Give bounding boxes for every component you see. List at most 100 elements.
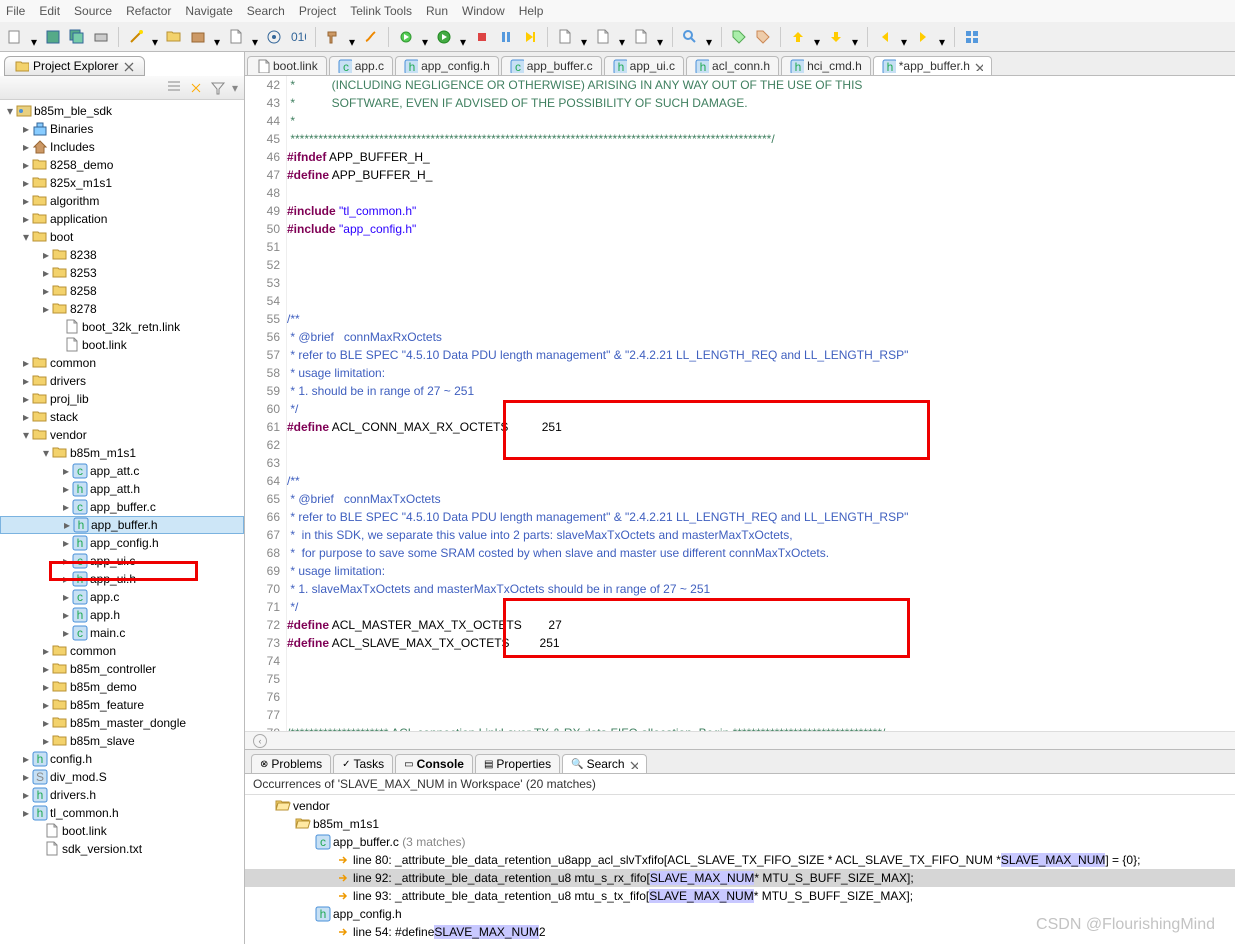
tree-item[interactable]: ▸app_buffer.h [0,516,244,534]
tree-item[interactable]: ▸app_config.h [0,534,244,552]
tree-item[interactable]: ▸Binaries [0,120,244,138]
tree-item[interactable]: ▸8238 [0,246,244,264]
tree-item[interactable]: ▸8258 [0,282,244,300]
search-results[interactable]: vendor b85m_m1s1 app_buffer.c (3 matches… [245,795,1235,944]
bottom-tab-tasks[interactable]: ✓Tasks [333,754,393,773]
bottom-tab-console[interactable]: ▭Console [395,754,473,773]
search-match[interactable]: line 93: _attribute_ble_data_retention_u… [245,887,1235,905]
tree-item[interactable]: ▸8278 [0,300,244,318]
tree-item[interactable]: ▸app_att.h [0,480,244,498]
binary-icon[interactable]: 010 [289,28,307,46]
project-explorer-tab[interactable]: Project Explorer [4,56,145,76]
tree-item[interactable]: ▸b85m_controller [0,660,244,678]
tree-item[interactable]: ▸app_buffer.c [0,498,244,516]
menu-edit[interactable]: Edit [39,4,60,18]
search-match[interactable]: line 92: _attribute_ble_data_retention_u… [245,869,1235,887]
tree-item[interactable]: ▸app.h [0,606,244,624]
project-root[interactable]: ▾ b85m_ble_sdk [0,102,244,120]
tree-item[interactable]: ▸common [0,642,244,660]
tree-item[interactable]: ▸config.h [0,750,244,768]
tree-item[interactable]: ▸drivers.h [0,786,244,804]
run-icon[interactable] [435,28,453,46]
save-icon[interactable] [44,28,62,46]
tree-item[interactable]: boot.link [0,336,244,354]
target-icon[interactable] [265,28,283,46]
code-editor[interactable]: 4243444546474849505152535455565758596061… [245,76,1235,731]
menu-project[interactable]: Project [299,4,336,18]
search-match[interactable]: line 80: _attribute_ble_data_retention_u… [245,851,1235,869]
search-icon[interactable] [681,28,699,46]
back-icon[interactable] [876,28,894,46]
tag-icon[interactable] [730,28,748,46]
skip-icon[interactable] [521,28,539,46]
tree-item[interactable]: ▸8253 [0,264,244,282]
hammer-icon[interactable] [324,28,342,46]
menu-refactor[interactable]: Refactor [126,4,171,18]
box-icon[interactable] [189,28,207,46]
editor-tab[interactable]: app_ui.c [604,56,684,75]
tree-item[interactable]: ▾vendor [0,426,244,444]
editor-tab[interactable]: acl_conn.h [686,56,779,75]
tree-item[interactable]: ▾b85m_m1s1 [0,444,244,462]
tree-item[interactable]: ▸main.c [0,624,244,642]
folder-icon[interactable] [165,28,183,46]
tree-item[interactable]: ▸b85m_feature [0,696,244,714]
tree-item[interactable]: ▸app_att.c [0,462,244,480]
tree-item[interactable]: ▸b85m_demo [0,678,244,696]
tree-item[interactable]: ▸825x_m1s1 [0,174,244,192]
menu-help[interactable]: Help [519,4,544,18]
menu-navigate[interactable]: Navigate [185,4,232,18]
doc-icon[interactable] [227,28,245,46]
new4-icon[interactable] [632,28,650,46]
tree-item[interactable]: ▸stack [0,408,244,426]
tag2-icon[interactable] [754,28,772,46]
tree-item[interactable]: ▸drivers [0,372,244,390]
tree-item[interactable]: ▸b85m_master_dongle [0,714,244,732]
tree-item[interactable]: ▸tl_common.h [0,804,244,822]
fwd-icon[interactable] [914,28,932,46]
tree-item[interactable]: ▸div_mod.S [0,768,244,786]
new3-icon[interactable] [594,28,612,46]
stop-icon[interactable] [473,28,491,46]
bottom-tab-problems[interactable]: ⊗Problems [251,754,331,773]
brush-icon[interactable] [362,28,380,46]
new-icon[interactable] [6,28,24,46]
menu-file[interactable]: File [6,4,25,18]
debug-icon[interactable] [397,28,415,46]
menu-window[interactable]: Window [462,4,505,18]
editor-tab[interactable]: *app_buffer.h [873,56,992,75]
editor-tab[interactable]: app_buffer.c [501,56,602,75]
editor-tab[interactable]: boot.link [247,56,327,75]
tree-item[interactable]: ▸Includes [0,138,244,156]
link-icon[interactable] [188,80,204,96]
search-match[interactable]: line 54: #define SLAVE_MAX_NUM2 [245,923,1235,941]
save-all-icon[interactable] [68,28,86,46]
menu-source[interactable]: Source [74,4,112,18]
menu-search[interactable]: Search [247,4,285,18]
pause-icon[interactable] [497,28,515,46]
print-icon[interactable] [92,28,110,46]
tree-item[interactable]: ▸b85m_slave [0,732,244,750]
tree-item[interactable]: ▸app_ui.c [0,552,244,570]
filter-icon[interactable] [210,80,226,96]
bottom-tab-properties[interactable]: ▤Properties [475,754,560,773]
tree-item[interactable]: ▸proj_lib [0,390,244,408]
tree-item[interactable]: ▸application [0,210,244,228]
menu-telink-tools[interactable]: Telink Tools [350,4,412,18]
editor-footer-toggle[interactable]: ‹ [253,734,267,748]
close-icon[interactable] [122,60,134,72]
down-icon[interactable] [827,28,845,46]
tree-item[interactable]: ▸8258_demo [0,156,244,174]
up-icon[interactable] [789,28,807,46]
tree-item[interactable]: boot.link [0,822,244,840]
tree-item[interactable]: ▸app_ui.h [0,570,244,588]
tree-item[interactable]: boot_32k_retn.link [0,318,244,336]
tree-item[interactable]: ▸app.c [0,588,244,606]
grid-icon[interactable] [963,28,981,46]
editor-tab[interactable]: app.c [329,56,393,75]
tree-item[interactable]: ▸common [0,354,244,372]
project-tree[interactable]: ▾ b85m_ble_sdk ▸Binaries▸Includes▸8258_d… [0,100,244,944]
wand-icon[interactable] [127,28,145,46]
tree-item[interactable]: sdk_version.txt [0,840,244,858]
editor-tab[interactable]: hci_cmd.h [781,56,871,75]
